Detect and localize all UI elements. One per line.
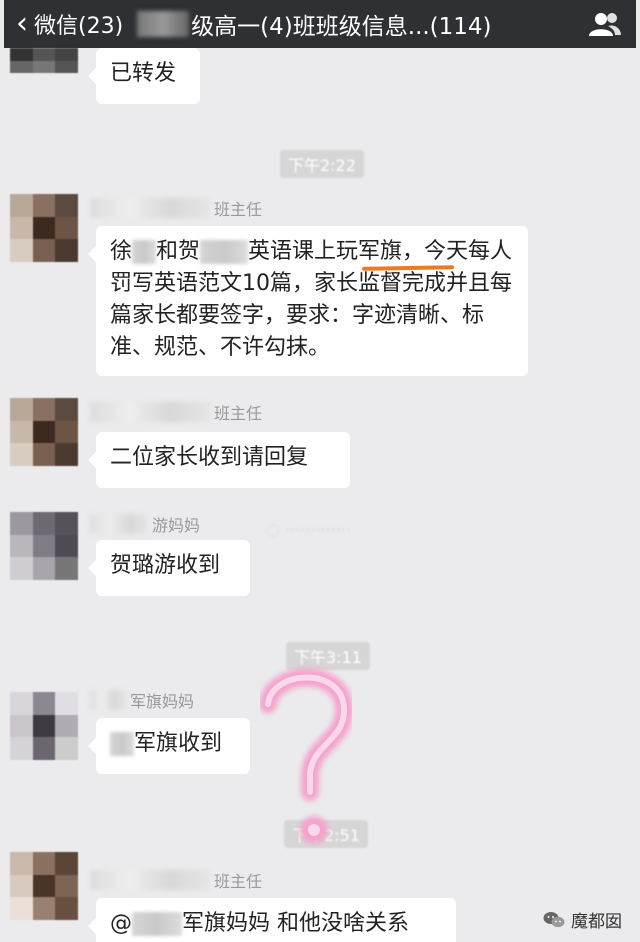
message-bubble[interactable]: 已转发 [88, 48, 200, 104]
back-label: 微信(23) [34, 14, 124, 39]
faint-watermark: ◌ ············· [266, 520, 352, 539]
blurred-name [200, 240, 249, 264]
avatar[interactable] [10, 194, 78, 262]
blurred-title-prefix [137, 11, 190, 37]
chat-title: 级高一(4)班班级信息...(114) [127, 7, 492, 41]
watermark: 魔都囡 [543, 907, 622, 932]
sender-name: 游妈妈 [90, 512, 200, 536]
message-text: 贺璐游收到 [110, 553, 221, 578]
message-bubble[interactable]: 二位家长收到请回复 [88, 432, 350, 488]
message-bubble[interactable]: 徐和贺 英语课上玩军旗，今天每人罚写英语范文10篇，家长监督完成并且每篇家长都要签… [88, 226, 528, 376]
message-bubble[interactable]: 军旗收到 [88, 718, 250, 774]
avatar[interactable] [10, 48, 78, 86]
chat-header: ‹ 微信(23) 级高一(4)班班级信息...(114) [4, 0, 636, 48]
sender-name: 班主任 [90, 868, 262, 892]
timestamp: 下午2:22 [280, 150, 364, 178]
avatar[interactable] [10, 398, 78, 466]
watermark-text: 魔都囡 [571, 912, 622, 932]
message-text: 二位家长收到请回复 [110, 445, 309, 470]
sender-name: 班主任 [90, 400, 262, 424]
back-button[interactable]: ‹ 微信(23) [16, 8, 123, 40]
message-text: 已转发 [110, 61, 177, 86]
avatar[interactable] [10, 852, 78, 920]
sender-name: 班主任 [90, 196, 262, 220]
avatar[interactable] [10, 512, 78, 580]
avatar[interactable] [10, 692, 78, 760]
message-bubble[interactable]: 贺璐游收到 [88, 540, 250, 596]
chat-window: ‹ 微信(23) 级高一(4)班班级信息...(114) 已转发 下午2:22 … [4, 0, 636, 942]
blurred-name [132, 240, 157, 264]
message-bubble[interactable]: @ 军旗妈妈 和他没啥关系 [88, 898, 456, 942]
group-members-icon[interactable] [588, 10, 622, 38]
blurred-name [110, 732, 134, 756]
blurred-name [132, 912, 182, 936]
message-text: 军旗收到 [134, 731, 223, 756]
chat-title-text: 级高一(4)班班级信息...(114) [191, 14, 492, 40]
chevron-left-icon: ‹ [16, 6, 28, 41]
question-mark-icon [259, 668, 353, 844]
sender-name: 军旗妈妈 [90, 688, 194, 712]
wechat-logo-icon [543, 911, 565, 927]
